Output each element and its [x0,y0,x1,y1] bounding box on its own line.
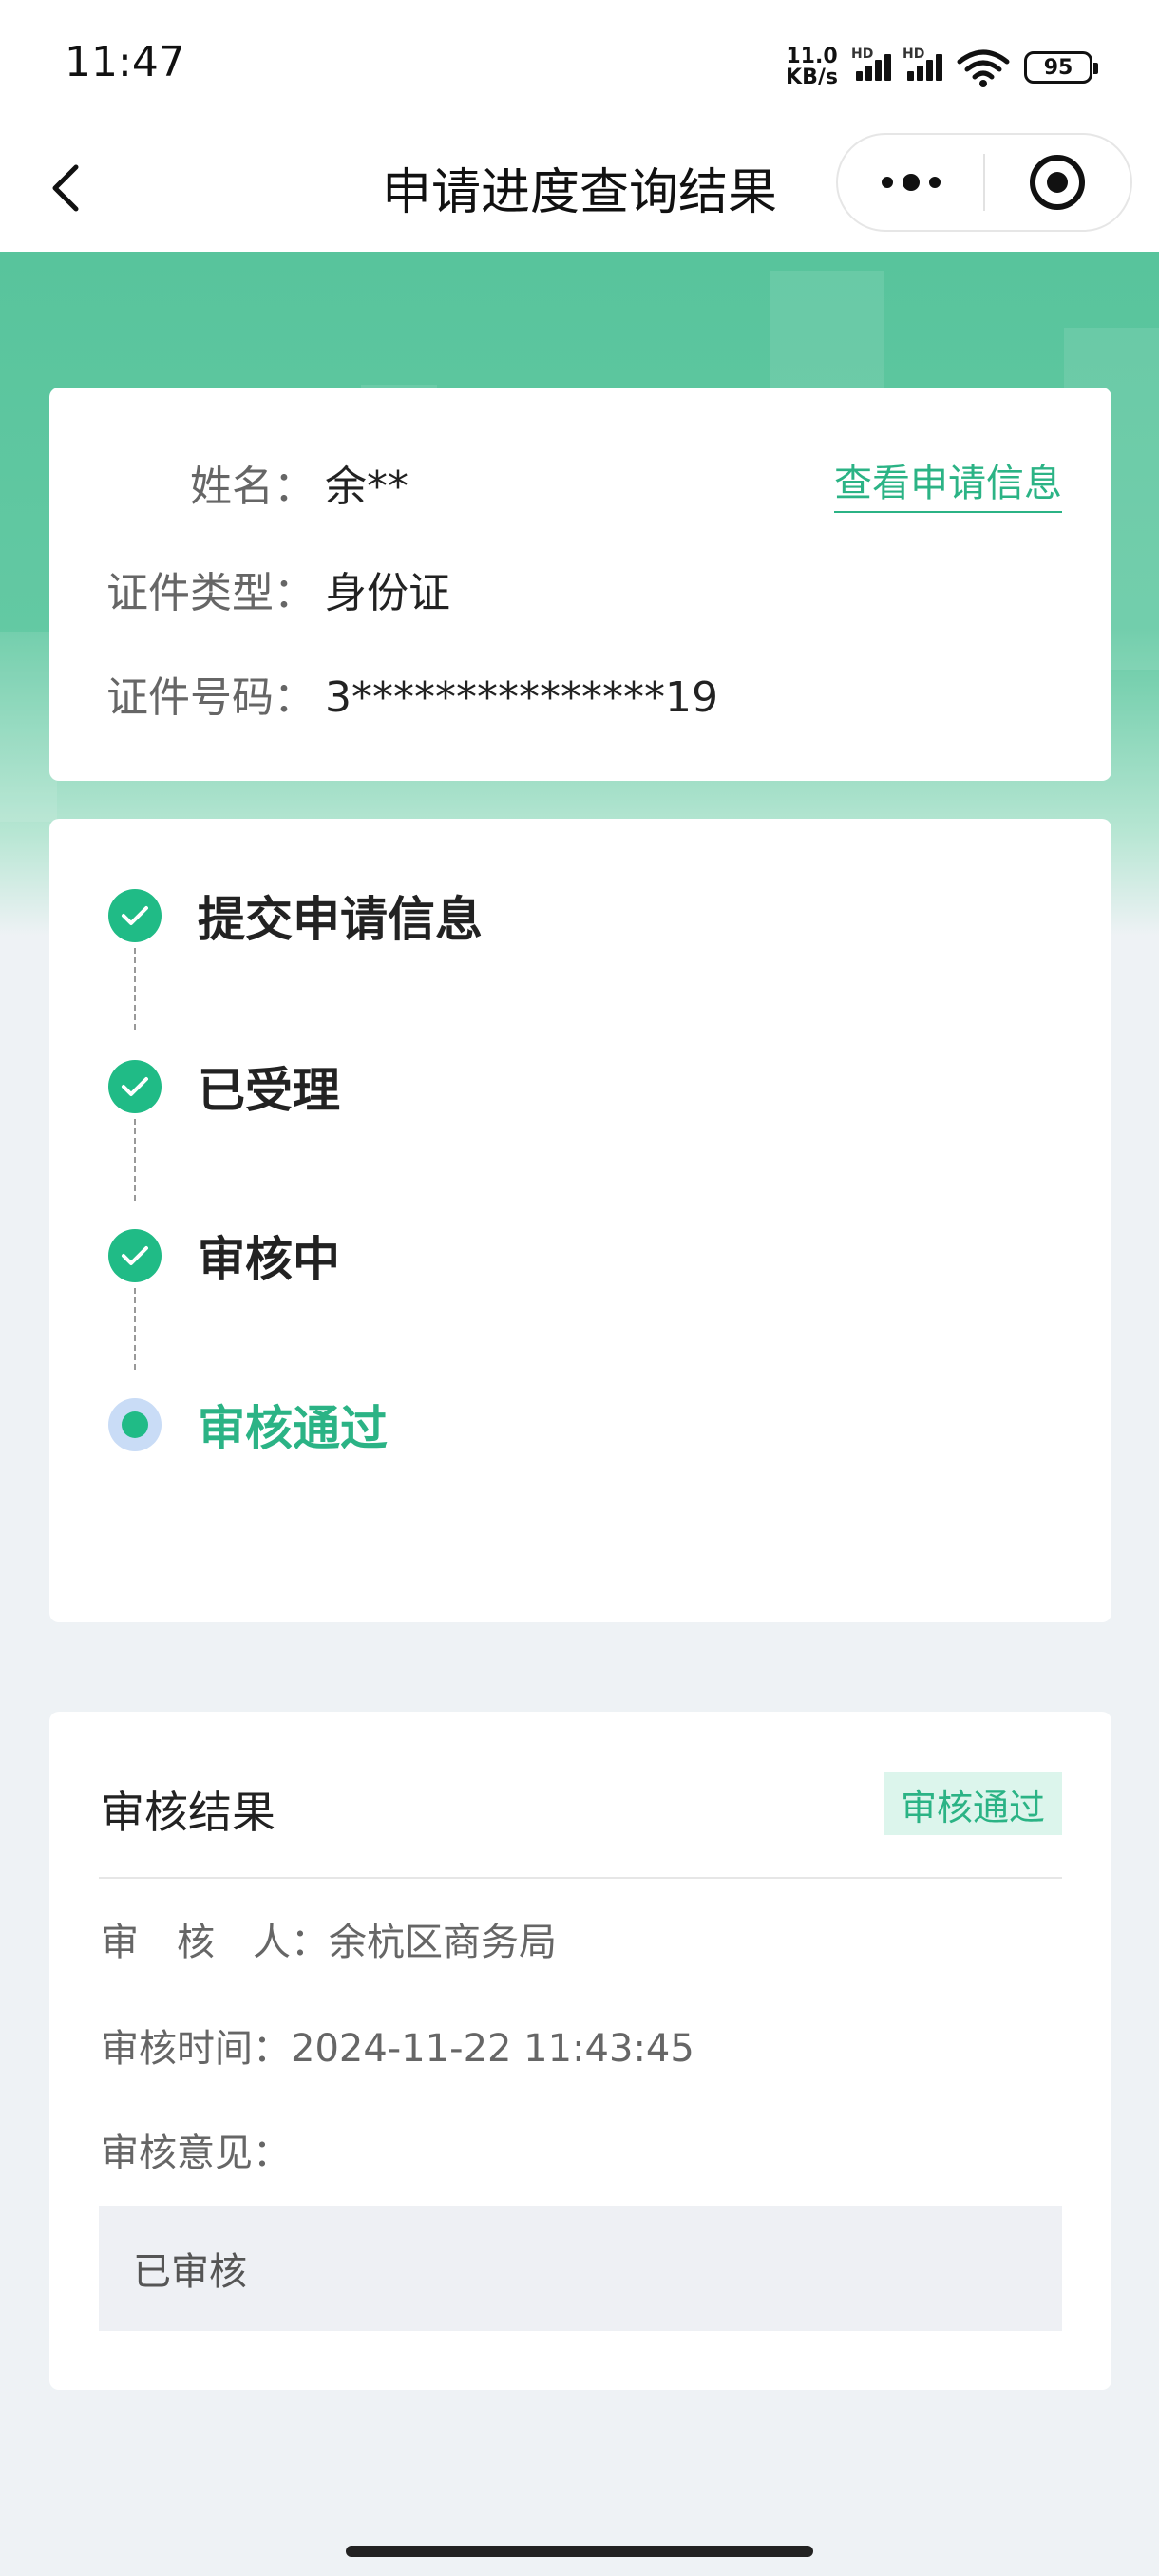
status-badge: 审核通过 [883,1772,1062,1835]
review-time-value: 2024-11-22 11:43:45 [291,2027,694,2071]
check-icon [108,1060,162,1113]
id-type-label: 证件类型： [106,569,315,617]
step-reviewing: 审核中 [108,1222,340,1290]
status-icons: 11.0 KB/s HD HD 95 [786,44,1098,91]
wifi-icon [957,49,1010,87]
close-miniapp-button[interactable] [985,135,1130,230]
review-time-row: 审核时间：2024-11-22 11:43:45 [101,2017,694,2073]
sim2-hd-label: HD [902,47,925,62]
id-number-label: 证件号码： [106,673,315,722]
reviewer-label: 审 核 人： [101,1921,329,1964]
signal-2-icon: HD [902,47,942,81]
review-opinion-box: 已审核 [99,2206,1062,2331]
review-result-title: 审核结果 [101,1787,276,1838]
step-label-current: 审核通过 [198,1401,388,1456]
status-bar: 11:47 11.0 KB/s HD HD 95 [0,0,1159,133]
check-icon [108,1229,162,1282]
signal-1-icon: HD [851,47,891,81]
step-connector [134,1119,136,1201]
check-icon [108,889,162,942]
nav-bar: 申请进度查询结果 [0,133,1159,252]
progress-card: 提交申请信息 已受理 审核中 审核通过 [49,819,1112,1622]
battery-level: 95 [1043,55,1074,80]
more-dots-icon [881,174,940,191]
reviewer-row: 审 核 人：余杭区商务局 [101,1911,557,1966]
step-connector [134,948,136,1030]
name-value: 余** [325,463,408,511]
home-indicator[interactable] [346,2546,813,2557]
review-time-label: 审核时间： [101,2027,291,2071]
battery-icon: 95 [1024,51,1098,84]
name-row: 姓名： 余** [49,452,408,513]
review-opinion-value: 已审核 [133,2250,247,2294]
target-close-icon [1030,155,1086,210]
id-type-row: 证件类型： 身份证 [49,559,450,619]
review-result-card: 审核结果 审核通过 审 核 人：余杭区商务局 审核时间：2024-11-22 1… [49,1712,1112,2390]
reviewer-value: 余杭区商务局 [329,1921,557,1964]
applicant-card: 姓名： 余** 查看申请信息 证件类型： 身份证 证件号码： 3***********… [49,388,1112,781]
net-speed: 11.0 KB/s [786,47,838,88]
review-opinion-label: 审核意见： [101,2131,291,2175]
net-speed-unit: KB/s [786,66,838,89]
status-time: 11:47 [65,38,185,86]
sim1-hd-label: HD [851,47,874,62]
name-label: 姓名： [190,463,315,511]
step-label: 提交申请信息 [198,892,483,947]
step-label: 审核中 [198,1232,340,1287]
step-label: 已受理 [198,1063,340,1118]
step-submit: 提交申请信息 [108,881,483,950]
id-type-value: 身份证 [325,569,450,617]
net-speed-value: 11.0 [786,45,838,68]
id-number-row: 证件号码： 3***************19 [49,663,718,724]
view-application-info-link[interactable]: 查看申请信息 [834,452,1062,513]
step-approved: 审核通过 [108,1391,388,1459]
more-button[interactable] [838,135,983,230]
divider [99,1877,1062,1879]
step-connector [134,1288,136,1370]
miniapp-capsule [836,133,1132,232]
step-accepted: 已受理 [108,1052,340,1121]
id-number-value: 3***************19 [325,673,718,722]
current-step-dot-icon [108,1398,162,1451]
